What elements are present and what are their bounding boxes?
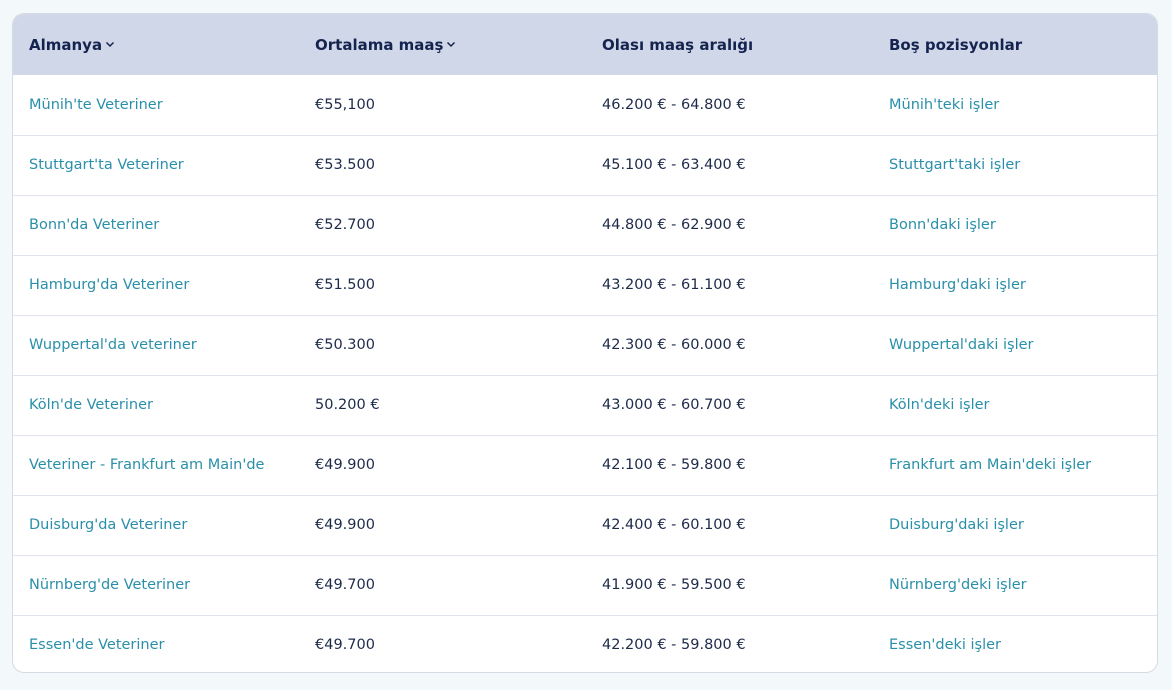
open-positions-link[interactable]: Wuppertal'daki işler bbox=[873, 315, 1157, 375]
chevron-down-icon bbox=[447, 41, 456, 47]
header-open-positions-label: Boş pozisyonlar bbox=[889, 35, 1023, 54]
city-link[interactable]: Hamburg'da Veteriner bbox=[13, 255, 299, 315]
open-positions-link[interactable]: Köln'deki işler bbox=[873, 375, 1157, 435]
salary-range: 42.300 € - 60.000 € bbox=[602, 337, 746, 353]
header-city-label: Almanya bbox=[29, 35, 103, 54]
header-city[interactable]: Almanya bbox=[13, 14, 299, 75]
salary-table: Almanya Ortalama maaş Olası maaş aralığı… bbox=[13, 14, 1157, 672]
city-link[interactable]: Essen'de Veteriner bbox=[13, 615, 299, 672]
table-row: Bonn'da Veteriner €52.700 44.800 € - 62.90… bbox=[13, 195, 1157, 255]
table-row: Nürnberg'de Veteriner €49.700 41.900 € - 5… bbox=[13, 555, 1157, 615]
salary-range: 44.800 € - 62.900 € bbox=[602, 217, 746, 233]
table-row: Veteriner - Frankfurt am Main'de €49.900 4… bbox=[13, 435, 1157, 495]
table-row: Münih'te Veteriner €55,100 46.200 € - 64.8… bbox=[13, 75, 1157, 135]
city-link[interactable]: Stuttgart'ta Veteriner bbox=[13, 135, 299, 195]
average-salary: €55,100 bbox=[315, 96, 375, 113]
header-row: Almanya Ortalama maaş Olası maaş aralığı… bbox=[13, 14, 1157, 75]
average-salary: €52.700 bbox=[315, 217, 375, 233]
average-salary: €49.900 bbox=[315, 457, 375, 473]
city-link[interactable]: Duisburg'da Veteriner bbox=[13, 495, 299, 555]
salary-range: 43.200 € - 61.100 € bbox=[602, 277, 746, 293]
table-row: Köln'de Veteriner 50.200 € 43.000 € - 60.7… bbox=[13, 375, 1157, 435]
city-link[interactable]: Münih'te Veteriner bbox=[13, 75, 299, 135]
header-salary-range-label: Olası maaş aralığı bbox=[602, 35, 754, 54]
city-link[interactable]: Nürnberg'de Veteriner bbox=[13, 555, 299, 615]
salary-range: 41.900 € - 59.500 € bbox=[602, 577, 746, 593]
header-average-salary-label: Ortalama maaş bbox=[315, 35, 444, 54]
average-salary: €49.700 bbox=[315, 637, 375, 654]
average-salary: €49.700 bbox=[315, 577, 375, 593]
header-salary-range: Olası maaş aralığı bbox=[586, 14, 873, 75]
table-row: Hamburg'da Veteriner €51.500 43.200 € - 61… bbox=[13, 255, 1157, 315]
salary-table-card: Almanya Ortalama maaş Olası maaş aralığı… bbox=[12, 13, 1158, 673]
average-salary: €50.300 bbox=[315, 337, 375, 353]
city-link[interactable]: Wuppertal'da veteriner bbox=[13, 315, 299, 375]
average-salary: €49.900 bbox=[315, 517, 375, 533]
city-link[interactable]: Bonn'da Veteriner bbox=[13, 195, 299, 255]
salary-range: 42.200 € - 59.800 € bbox=[602, 637, 746, 654]
table-header: Almanya Ortalama maaş Olası maaş aralığı… bbox=[13, 14, 1157, 75]
open-positions-link[interactable]: Hamburg'daki işler bbox=[873, 255, 1157, 315]
average-salary: €51.500 bbox=[315, 277, 375, 293]
city-link[interactable]: Köln'de Veteriner bbox=[13, 375, 299, 435]
open-positions-link[interactable]: Essen'deki işler bbox=[873, 615, 1157, 672]
header-open-positions: Boş pozisyonlar bbox=[873, 14, 1157, 75]
table-row: Wuppertal'da veteriner €50.300 42.300 € - … bbox=[13, 315, 1157, 375]
salary-range: 42.100 € - 59.800 € bbox=[602, 457, 746, 473]
salary-range: 45.100 € - 63.400 € bbox=[602, 157, 746, 173]
chevron-down-icon bbox=[106, 41, 115, 47]
open-positions-link[interactable]: Bonn'daki işler bbox=[873, 195, 1157, 255]
average-salary: 50.200 € bbox=[315, 397, 380, 413]
salary-range: 42.400 € - 60.100 € bbox=[602, 517, 746, 533]
open-positions-link[interactable]: Nürnberg'deki işler bbox=[873, 555, 1157, 615]
open-positions-link[interactable]: Duisburg'daki işler bbox=[873, 495, 1157, 555]
header-average-salary[interactable]: Ortalama maaş bbox=[299, 14, 586, 75]
city-link[interactable]: Veteriner - Frankfurt am Main'de bbox=[13, 435, 299, 495]
table-row: Stuttgart'ta Veteriner €53.500 45.100 € - … bbox=[13, 135, 1157, 195]
table-row: Duisburg'da Veteriner €49.900 42.400 € - 6… bbox=[13, 495, 1157, 555]
average-salary: €53.500 bbox=[315, 157, 375, 173]
salary-range: 43.000 € - 60.700 € bbox=[602, 397, 746, 413]
table-row: Essen'de Veteriner €49.700 42.200 € - 59.8… bbox=[13, 615, 1157, 672]
open-positions-link[interactable]: Frankfurt am Main'deki işler bbox=[873, 435, 1157, 495]
open-positions-link[interactable]: Münih'teki işler bbox=[873, 75, 1157, 135]
open-positions-link[interactable]: Stuttgart'taki işler bbox=[873, 135, 1157, 195]
salary-range: 46.200 € - 64.800 € bbox=[602, 96, 746, 113]
table-body: Münih'te Veteriner €55,100 46.200 € - 64.8… bbox=[13, 75, 1157, 672]
